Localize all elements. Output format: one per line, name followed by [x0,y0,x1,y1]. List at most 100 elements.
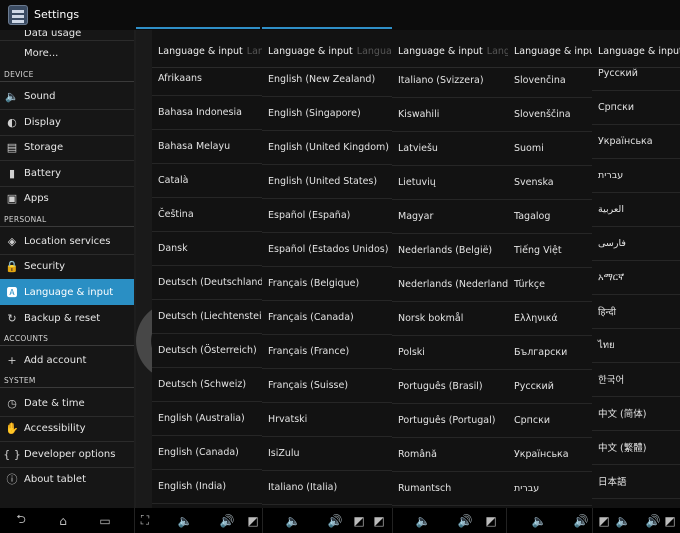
sidebar-item-developer[interactable]: { } Developer options [0,441,134,467]
language-option[interactable]: Português (Brasil) [398,369,508,403]
language-option[interactable]: Suomi [514,131,592,165]
language-option[interactable]: العربية [598,192,680,226]
language-option[interactable]: Português (Portugal) [398,403,508,437]
section-header-system: SYSTEM [4,376,36,385]
language-option[interactable]: English (United States) [268,164,394,198]
language-option[interactable]: IsiZulu [268,436,394,470]
language-option[interactable]: English (United Kingdom) [268,130,394,164]
language-option[interactable]: Nederlands (België) [398,233,508,267]
info-icon: ⓘ [6,473,18,486]
back-icon[interactable]: ⮌ [10,512,32,529]
battery-icon: ▮ [8,166,16,180]
language-panel: Language & inputLanguAfrikaansBahasa Ind… [152,30,280,508]
volume-up-icon[interactable]: 🔊 [644,512,662,529]
sidebar-item-language[interactable]: 🅰 Language & input [0,279,134,305]
sidebar-item-sound[interactable]: 🔈 Sound [0,83,134,109]
language-option[interactable]: Українська [514,437,592,471]
language-option[interactable]: English (Singapore) [268,96,394,130]
language-option[interactable]: Türkçe [514,267,592,301]
language-option[interactable]: Français (Belgique) [268,266,394,300]
notification-icon[interactable]: ◩ [484,512,498,529]
sidebar-item-apps[interactable]: ▣ Apps [0,185,134,211]
language-option[interactable]: Slovenčina [514,63,592,97]
sidebar-item-location[interactable]: ◈ Location services [0,228,134,254]
volume-up-icon[interactable]: 🔊 [572,512,590,529]
language-option[interactable]: עברית [598,158,680,192]
volume-down-icon[interactable]: 🔈 [414,512,432,529]
language-option[interactable]: Rumantsch [398,471,508,505]
notification-icon[interactable]: ◩ [664,512,676,529]
sidebar-item-backup[interactable]: ↻ Backup & reset [0,305,134,331]
sidebar-item-more[interactable]: More... [0,40,134,66]
language-option[interactable]: 日本語 [598,464,680,498]
braces-icon: { } [3,447,21,461]
language-option[interactable]: Français (France) [268,334,394,368]
volume-down-icon[interactable]: 🔈 [284,512,302,529]
volume-down-icon[interactable]: 🔈 [614,512,632,529]
language-option[interactable]: Italiano (Italia) [268,470,394,504]
recent-apps-icon[interactable]: ▭ [94,512,116,529]
language-option[interactable]: Српски [598,90,680,124]
language-option[interactable]: Español (España) [268,198,394,232]
title-bar: Settings [0,0,680,30]
language-option[interactable]: Lietuvių [398,165,508,199]
language-option[interactable]: Српски [514,403,592,437]
sidebar-item-about[interactable]: ⓘ About tablet [0,466,134,492]
notification-icon[interactable]: ◩ [352,512,366,529]
volume-down-icon[interactable]: 🔈 [176,512,194,529]
language-option[interactable]: Українська [598,124,680,158]
language-option[interactable]: Български [514,335,592,369]
language-option[interactable]: Slovenščina [514,97,592,131]
language-option[interactable]: हिन्दी [598,294,680,328]
sidebar-item-battery[interactable]: ▮ Battery [0,160,134,186]
language-option[interactable]: Kiswahili [398,97,508,131]
language-option[interactable]: Polski [398,335,508,369]
language-option[interactable]: Norsk bokmål [398,301,508,335]
home-icon[interactable]: ⌂ [52,512,74,529]
settings-app-icon [8,5,28,25]
volume-up-icon[interactable]: 🔊 [218,512,236,529]
notification-icon[interactable]: ◩ [246,512,260,529]
language-option[interactable]: Tiếng Việt [514,233,592,267]
language-option[interactable]: فارسی [598,226,680,260]
divider [592,508,593,533]
language-option[interactable]: Ελληνικά [514,301,592,335]
navigation-bar: ⮌ ⌂ ▭ ⛶ 🔈 🔊 ◩ 🔈 🔊 ◩ ◩ 🔈 🔊 ◩ 🔈 🔊 ◩ 🔈 🔊 ◩ [0,508,680,533]
sidebar-item-security[interactable]: 🔒 Security [0,253,134,279]
language-option[interactable]: 中文 (简体) [598,396,680,430]
screenshot-icon[interactable]: ⛶ [136,512,154,529]
language-option[interactable]: Español (Estados Unidos) [268,232,394,266]
volume-up-icon[interactable]: 🔊 [326,512,344,529]
sidebar-item-date-time[interactable]: ◷ Date & time [0,390,134,416]
language-option[interactable]: Română [398,437,508,471]
language-option[interactable]: Italiano (Svizzera) [398,63,508,97]
panel-title: Language & inputLangua [398,46,508,57]
volume-up-icon[interactable]: 🔊 [456,512,474,529]
language-panel: Language & inputLaSlovenčinaSlovenščinaS… [508,30,592,508]
divider [506,508,507,533]
language-option[interactable]: Tagalog [514,199,592,233]
language-option[interactable]: עברית [514,471,592,505]
language-option[interactable]: Русский [598,56,680,90]
language-option[interactable]: አማርኛ [598,260,680,294]
volume-down-icon[interactable]: 🔈 [530,512,548,529]
sidebar-item-add-account[interactable]: + Add account [0,347,134,373]
language-option[interactable]: Nederlands (Nederland) [398,267,508,301]
language-option[interactable]: Русский [514,369,592,403]
notification-icon[interactable]: ◩ [598,512,610,529]
sidebar-item-accessibility[interactable]: ✋ Accessibility [0,415,134,441]
language-option[interactable]: Hrvatski [268,402,394,436]
language-option[interactable]: ไทย [598,328,680,362]
language-option[interactable]: Magyar [398,199,508,233]
language-option[interactable]: 한국어 [598,362,680,396]
sidebar-item-storage[interactable]: ▤ Storage [0,134,134,160]
notification-icon[interactable]: ◩ [372,512,386,529]
divider [134,508,135,533]
language-option[interactable]: Français (Suisse) [268,368,394,402]
language-option[interactable]: English (New Zealand) [268,62,394,96]
language-option[interactable]: 中文 (繁體) [598,430,680,464]
language-option[interactable]: Svenska [514,165,592,199]
sidebar-item-display[interactable]: ◐ Display [0,109,134,135]
language-option[interactable]: Français (Canada) [268,300,394,334]
language-option[interactable]: Latviešu [398,131,508,165]
